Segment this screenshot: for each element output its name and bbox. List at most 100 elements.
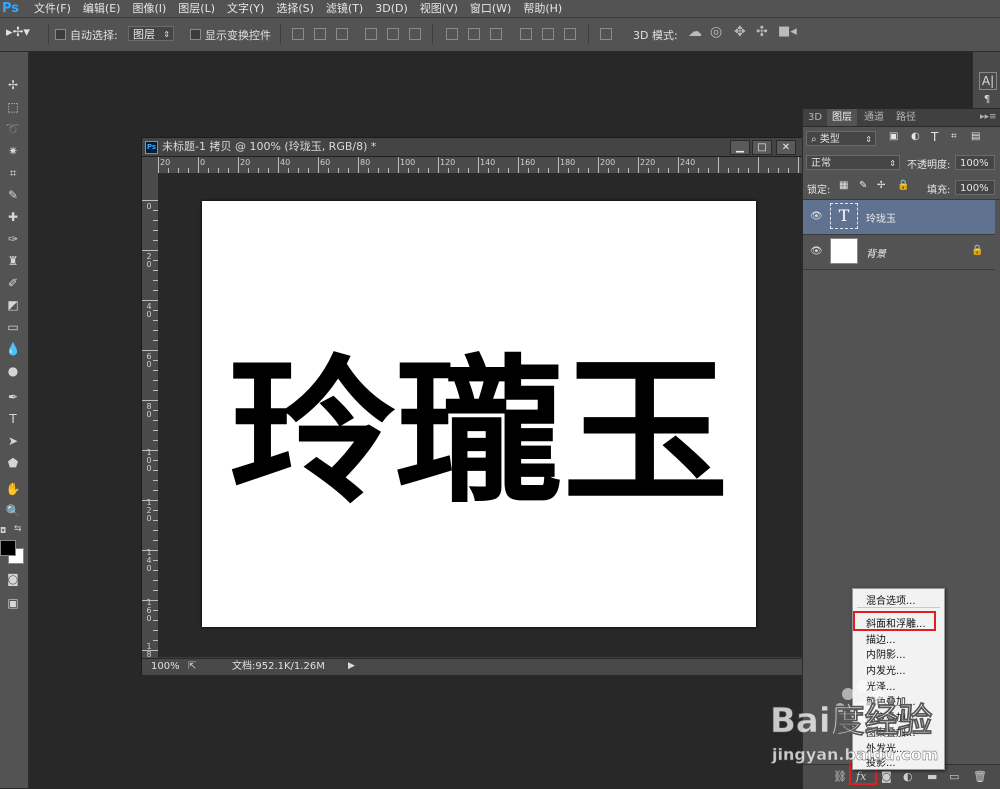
eraser-tool-icon[interactable]: ◩ (4, 296, 22, 314)
path-selection-tool-icon[interactable]: ➤ (4, 432, 22, 450)
distribute-bottom-icon[interactable] (490, 28, 502, 40)
move-tool-icon[interactable]: ▸✢▾ (6, 25, 30, 40)
menu-filter[interactable]: 滤镜(T) (320, 0, 369, 17)
fill-input[interactable]: 100% (955, 180, 995, 195)
auto-select-checkbox[interactable]: 自动选择: (55, 27, 118, 43)
distribute-right-icon[interactable] (564, 28, 576, 40)
auto-align-icon[interactable] (600, 28, 612, 40)
eyedropper-tool-icon[interactable]: ✎ (4, 186, 22, 204)
paragraph-panel-icon[interactable]: ¶ (979, 94, 995, 106)
menu-3d[interactable]: 3D(D) (369, 0, 414, 17)
swap-colors-icon[interactable]: ⇆ (14, 524, 22, 534)
quick-mask-icon[interactable]: ◙ (4, 570, 22, 588)
history-brush-tool-icon[interactable]: ✐ (4, 274, 22, 292)
filter-kind-dropdown[interactable]: ⌕ 类型 ⇕ (806, 131, 876, 146)
3d-drag-icon[interactable]: ✥ (734, 24, 746, 40)
filter-smart-icon[interactable]: ▤ (971, 131, 980, 142)
3d-rotate-icon[interactable]: ☁ (688, 24, 702, 40)
align-hcenter-icon[interactable] (387, 28, 399, 40)
align-left-icon[interactable] (365, 28, 377, 40)
distribute-vcenter-icon[interactable] (468, 28, 480, 40)
menu-edit[interactable]: 编辑(E) (77, 0, 127, 17)
ruler-top[interactable]: 20 0 20 40 60 80 100 120 140 160 180 200… (158, 157, 802, 174)
lock-pixels-icon[interactable]: ✎ (859, 180, 867, 191)
menu-image[interactable]: 图像(I) (126, 0, 172, 17)
document-titlebar[interactable]: Ps 未标题-1 拷贝 @ 100% (玲珑玉, RGB/8) * ▁ □ ✕ (142, 138, 802, 157)
maximize-button[interactable]: □ (752, 140, 772, 155)
screen-mode-icon[interactable]: ▣ (4, 594, 22, 612)
3d-scale-icon[interactable]: ■◂ (778, 24, 797, 39)
show-transform-checkbox[interactable]: 显示变换控件 (190, 27, 271, 43)
gradient-tool-icon[interactable]: ▭ (4, 318, 22, 336)
canvas-text-layer[interactable]: 玲瓏玉 (202, 201, 756, 627)
filter-type-icon[interactable]: T (931, 130, 938, 144)
close-button[interactable]: ✕ (776, 140, 796, 155)
3d-slide-icon[interactable]: ✣ (756, 24, 768, 40)
menu-window[interactable]: 窗口(W) (464, 0, 517, 17)
minimize-button[interactable]: ▁ (730, 140, 750, 155)
visibility-eye-icon[interactable]: 👁 (810, 246, 823, 257)
canvas-area[interactable]: 玲瓏玉 (159, 174, 802, 657)
lock-position-icon[interactable]: ✢ (877, 180, 885, 191)
align-top-icon[interactable] (292, 28, 304, 40)
distribute-top-icon[interactable] (446, 28, 458, 40)
menu-type[interactable]: 文字(Y) (221, 0, 270, 17)
clone-stamp-tool-icon[interactable]: ♜ (4, 252, 22, 270)
distribute-left-icon[interactable] (520, 28, 532, 40)
hand-tool-icon[interactable]: ✋ (4, 480, 22, 498)
filter-pixel-icon[interactable]: ▣ (889, 131, 898, 142)
ruler-tick (708, 168, 709, 173)
menu-item-inner-shadow[interactable]: 内阴影... (866, 646, 906, 661)
filter-shape-icon[interactable]: ⌗ (951, 131, 957, 142)
align-vcenter-icon[interactable] (314, 28, 326, 40)
foreground-color-swatch[interactable] (0, 540, 16, 556)
move-tool-icon[interactable]: ✢ (4, 76, 22, 94)
filter-adjust-icon[interactable]: ◐ (911, 131, 920, 142)
panel-menu-icon[interactable]: ▸▸≡ (975, 109, 1000, 126)
menu-layer[interactable]: 图层(L) (172, 0, 221, 17)
default-colors-icon[interactable]: ◘ (0, 526, 10, 535)
brush-tool-icon[interactable]: ✑ (4, 230, 22, 248)
type-tool-icon[interactable]: T (4, 410, 22, 428)
marquee-tool-icon[interactable]: ⬚ (4, 98, 22, 116)
pen-tool-icon[interactable]: ✒ (4, 388, 22, 406)
auto-select-dropdown[interactable]: 图层 ⇕ (128, 26, 174, 41)
tab-layers[interactable]: 图层 (827, 109, 857, 126)
status-menu-arrow-icon[interactable]: ▶ (348, 661, 355, 671)
canvas[interactable]: 玲瓏玉 (202, 201, 756, 627)
visibility-eye-icon[interactable]: 👁 (810, 211, 823, 222)
healing-brush-tool-icon[interactable]: ✚ (4, 208, 22, 226)
menu-item-blending-options[interactable]: 混合选项... (866, 592, 916, 607)
dodge-tool-icon[interactable]: ● (4, 362, 22, 380)
tab-channels[interactable]: 通道 (859, 109, 889, 126)
blend-mode-dropdown[interactable]: 正常 ⇕ (806, 155, 900, 170)
lock-transparent-icon[interactable]: ▦ (839, 180, 848, 191)
character-panel-icon[interactable]: A| (979, 72, 997, 90)
menu-view[interactable]: 视图(V) (414, 0, 464, 17)
menu-file[interactable]: 文件(F) (28, 0, 77, 17)
blur-tool-icon[interactable]: 💧 (4, 340, 22, 358)
tab-paths[interactable]: 路径 (891, 109, 921, 126)
share-icon[interactable]: ⇱ (188, 661, 196, 672)
tab-3d[interactable]: 3D (803, 109, 827, 126)
distribute-hcenter-icon[interactable] (542, 28, 554, 40)
magic-wand-tool-icon[interactable]: ✷ (4, 142, 22, 160)
shape-tool-icon[interactable]: ⬟ (4, 454, 22, 472)
menu-select[interactable]: 选择(S) (270, 0, 320, 17)
crop-tool-icon[interactable]: ⌗ (4, 164, 22, 182)
zoom-tool-icon[interactable]: 🔍 (4, 502, 22, 520)
zoom-level[interactable]: 100% (151, 659, 180, 675)
3d-roll-icon[interactable]: ◎ (710, 24, 722, 40)
align-bottom-icon[interactable] (336, 28, 348, 40)
ruler-label: 220 (640, 158, 656, 167)
align-right-icon[interactable] (409, 28, 421, 40)
lasso-tool-icon[interactable]: ➰ (4, 120, 22, 138)
ruler-left[interactable]: 0 20 40 60 80 100 120 140 160 18 (142, 173, 159, 658)
delete-layer-icon[interactable]: 🗑 (973, 770, 987, 783)
layer-row-text[interactable]: 👁 T 玲珑玉 (803, 200, 995, 235)
opacity-input[interactable]: 100% (955, 155, 995, 170)
layer-row-background[interactable]: 👁 背景 🔒 (803, 235, 995, 270)
menu-help[interactable]: 帮助(H) (517, 0, 568, 17)
menu-item-stroke[interactable]: 描边... (866, 631, 896, 646)
lock-all-icon[interactable]: 🔒 (897, 180, 909, 191)
